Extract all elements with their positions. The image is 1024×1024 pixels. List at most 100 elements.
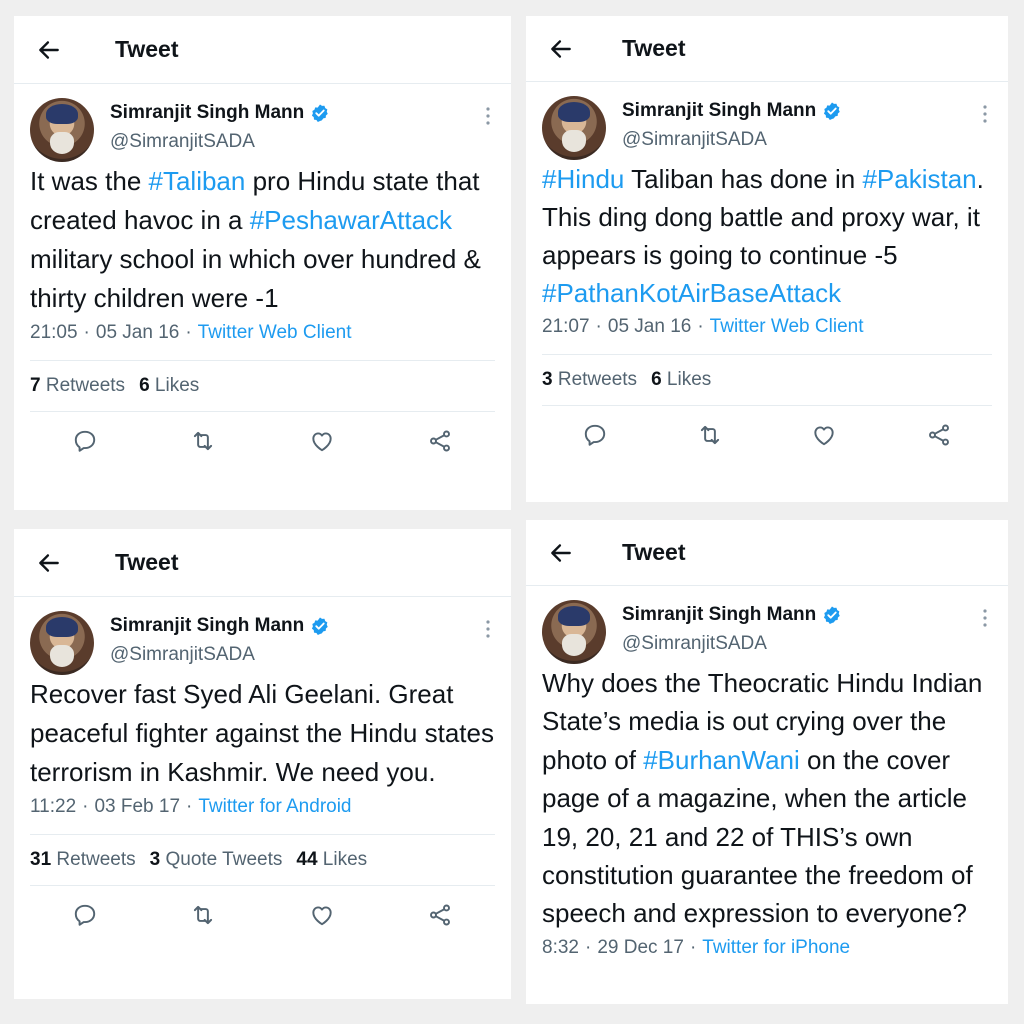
tweet-client-link[interactable]: Twitter Web Client [710, 316, 864, 337]
tweet-actions [526, 406, 1008, 464]
reply-icon[interactable] [72, 428, 98, 454]
tweet-meta: 21:05 · 05 Jan 16 · Twitter Web Client [14, 322, 511, 344]
meta-separator: · [584, 936, 592, 958]
tweet-text: It was the #Taliban pro Hindu state that… [14, 162, 511, 318]
stat-label: Retweets [56, 849, 136, 870]
more-vertical-icon[interactable] [982, 608, 988, 628]
tweet-panel-4: Tweet Simranjit Singh Mann @SimranjitSADA W… [526, 520, 1008, 1004]
heart-icon[interactable] [309, 428, 335, 454]
tweet-header: Tweet [14, 529, 511, 597]
arrow-left-icon[interactable] [36, 550, 62, 576]
more-vertical-icon[interactable] [485, 619, 491, 639]
verified-badge-icon [310, 616, 330, 636]
avatar[interactable] [542, 96, 606, 160]
tweet-time[interactable]: 21:05 [30, 322, 78, 343]
meta-separator: · [82, 796, 89, 817]
author-name[interactable]: Simranjit Singh Mann [110, 102, 304, 124]
retweet-icon[interactable] [190, 428, 216, 454]
tweet-header: Tweet [14, 16, 511, 84]
tweet-meta: 21:07 · 05 Jan 16 · Twitter Web Client [526, 316, 1008, 338]
author-name[interactable]: Simranjit Singh Mann [622, 604, 816, 626]
retweet-icon[interactable] [190, 902, 216, 928]
author-handle[interactable]: @SimranjitSADA [110, 644, 330, 666]
tweet-date[interactable]: 05 Jan 16 [96, 322, 179, 343]
stat-label: Quote Tweets [165, 849, 283, 870]
hashtag-link[interactable]: #Taliban [149, 166, 246, 196]
stat-label: Likes [666, 369, 712, 390]
share-icon[interactable] [427, 428, 453, 454]
hashtag-link[interactable]: #Pakistan [862, 164, 976, 194]
author-name[interactable]: Simranjit Singh Mann [110, 615, 304, 637]
avatar[interactable] [542, 600, 606, 664]
author-handle[interactable]: @SimranjitSADA [622, 633, 842, 655]
tweet-client-link[interactable]: Twitter for Android [198, 796, 351, 817]
stat-likes[interactable]: 44 Likes [296, 849, 367, 870]
arrow-left-icon[interactable] [36, 37, 62, 63]
hashtag-link[interactable]: #PeshawarAttack [250, 205, 452, 235]
tweet-time[interactable]: 11:22 [30, 796, 76, 817]
stat-retweets[interactable]: 31 Retweets [30, 849, 136, 870]
share-icon[interactable] [427, 902, 453, 928]
page-title: Tweet [115, 549, 179, 575]
stat-retweets[interactable]: 7 Retweets [30, 375, 125, 396]
stat-label: Retweets [557, 369, 638, 390]
tweet-client-link[interactable]: Twitter for iPhone [702, 937, 850, 958]
avatar[interactable] [30, 611, 94, 675]
tweet-panel-2: Tweet Simranjit Singh Mann @SimranjitSADA #… [526, 16, 1008, 502]
author-handle[interactable]: @SimranjitSADA [110, 131, 330, 153]
stat-count: 31 [30, 849, 52, 870]
reply-icon[interactable] [72, 902, 98, 928]
tweet-date[interactable]: 05 Jan 16 [608, 316, 691, 337]
stat-count: 3 [542, 369, 553, 390]
author-handle[interactable]: @SimranjitSADA [622, 129, 842, 151]
tweet-date[interactable]: 03 Feb 17 [94, 796, 180, 817]
author-names: Simranjit Singh Mann @SimranjitSADA [622, 100, 842, 151]
tweet-text-segment: military school in which over hundred & … [30, 244, 481, 313]
stat-likes[interactable]: 6 Likes [651, 369, 711, 390]
heart-icon[interactable] [811, 422, 837, 448]
tweet-time[interactable]: 8:32 [542, 937, 579, 958]
tweet-actions [14, 886, 511, 944]
author-names: Simranjit Singh Mann @SimranjitSADA [622, 604, 842, 655]
author-name-row: Simranjit Singh Mann [622, 604, 842, 626]
tweet-stats: 7 Retweets 6 Likes [14, 361, 511, 411]
tweet-panel-1: Tweet Simranjit Singh Mann @SimranjitSADA I… [14, 16, 511, 510]
arrow-left-icon[interactable] [548, 36, 574, 62]
author-name-row: Simranjit Singh Mann [110, 615, 330, 637]
heart-icon[interactable] [309, 902, 335, 928]
reply-icon[interactable] [582, 422, 608, 448]
stat-quote-tweets[interactable]: 3 Quote Tweets [150, 849, 283, 870]
stat-count: 6 [651, 369, 662, 390]
more-vertical-icon[interactable] [982, 104, 988, 124]
avatar[interactable] [30, 98, 94, 162]
stat-likes[interactable]: 6 Likes [139, 375, 199, 396]
tweet-time[interactable]: 21:07 [542, 316, 590, 337]
tweet-header: Tweet [526, 520, 1008, 586]
stat-count: 6 [139, 375, 150, 396]
tweet-stats: 3 Retweets 6 Likes [526, 355, 1008, 405]
author-name[interactable]: Simranjit Singh Mann [622, 100, 816, 122]
hashtag-link[interactable]: #PathanKotAirBaseAttack [542, 278, 841, 308]
hashtag-link[interactable]: #Hindu [542, 164, 624, 194]
author-names: Simranjit Singh Mann @SimranjitSADA [110, 102, 330, 153]
tweet-meta: 11:22 · 03 Feb 17 · Twitter for Android [14, 796, 511, 818]
stat-count: 3 [149, 849, 161, 870]
hashtag-link[interactable]: #BurhanWani [643, 745, 800, 775]
tweet-author: Simranjit Singh Mann @SimranjitSADA [14, 84, 511, 162]
retweet-icon[interactable] [697, 422, 723, 448]
tweet-client-link[interactable]: Twitter Web Client [198, 322, 352, 343]
tweet-text-segment: Taliban has done in [624, 164, 863, 194]
tweet-actions [14, 412, 511, 470]
author-name-row: Simranjit Singh Mann [110, 102, 330, 124]
tweet-date[interactable]: 29 Dec 17 [597, 937, 684, 958]
arrow-left-icon[interactable] [548, 540, 574, 566]
more-vertical-icon[interactable] [485, 106, 491, 126]
tweet-text: #Hindu Taliban has done in #Pakistan. Th… [526, 160, 1008, 312]
tweet-author: Simranjit Singh Mann @SimranjitSADA [526, 586, 1008, 664]
meta-separator: · [595, 316, 602, 337]
share-icon[interactable] [926, 422, 952, 448]
tweet-text-segment: Recover fast Syed Ali Geelani. Great pea… [30, 679, 494, 787]
page-title: Tweet [622, 35, 686, 61]
stat-retweets[interactable]: 3 Retweets [542, 369, 637, 390]
tweet-text: Recover fast Syed Ali Geelani. Great pea… [14, 675, 511, 792]
